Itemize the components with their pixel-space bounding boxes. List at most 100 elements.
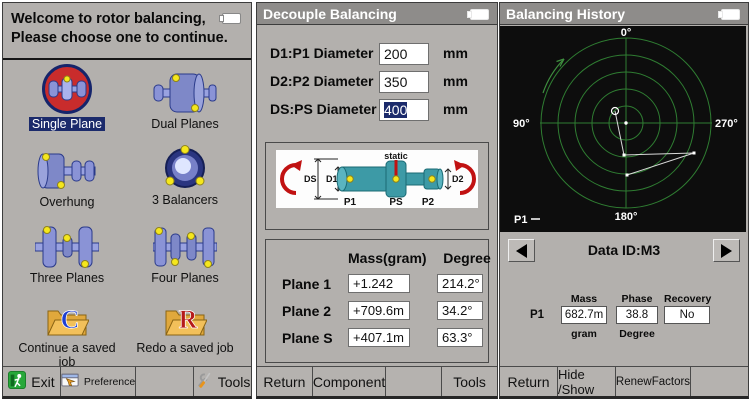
- polar-label-0: 0°: [621, 27, 632, 39]
- field-label: D2:P2 Diameter: [270, 73, 374, 89]
- ds-dim-label: DS: [304, 174, 317, 184]
- mode-label: Four Planes: [148, 271, 221, 285]
- history-mass-value: 682.7m: [561, 306, 607, 324]
- four-planes-icon: [129, 225, 241, 269]
- redo-job-folder-icon: R: [129, 299, 241, 339]
- plot-center-dot: [624, 121, 627, 124]
- return-button[interactable]: Return: [257, 367, 313, 396]
- tools-button[interactable]: Tools: [194, 367, 251, 396]
- mode-dual-planes[interactable]: Dual Planes: [129, 71, 241, 133]
- screen-title: Decouple Balancing: [263, 6, 397, 22]
- mass-column-header: Mass(gram): [348, 250, 424, 266]
- field-row-d2p2: D2:P2 Diameter 350 mm: [257, 71, 497, 95]
- mode-four-planes[interactable]: Four Planes: [129, 225, 241, 287]
- mode-3-balancers[interactable]: 3 Balancers: [129, 145, 241, 209]
- phase-header: Phase: [616, 293, 658, 305]
- field-row-dsps: DS:PS Diameter 400 mm: [257, 99, 497, 123]
- mode-label: Continue a saved job: [11, 341, 123, 369]
- mode-continue-saved-job[interactable]: C Continue a saved job: [11, 299, 123, 371]
- middle-toolbar: Return Component Tools: [257, 366, 497, 396]
- d2p2-diameter-input[interactable]: 350: [379, 71, 429, 93]
- exit-label: Exit: [31, 374, 54, 390]
- degree-column-header: Degree: [437, 250, 497, 266]
- welcome-line-2: Please choose one to continue.: [11, 29, 228, 48]
- return-label: Return: [263, 374, 305, 390]
- hide-show-button[interactable]: Hide /Show: [558, 367, 616, 396]
- history-row-label: P1: [530, 309, 544, 321]
- left-toolbar: Exit Preference Tools: [3, 366, 251, 396]
- left-rotation-arrow: [282, 165, 296, 193]
- mode-label: Three Planes: [27, 271, 107, 285]
- tools-button[interactable]: Tools: [442, 367, 497, 396]
- decouple-titlebar: Decouple Balancing: [257, 3, 497, 25]
- component-button[interactable]: Component: [313, 367, 386, 396]
- screen-title: Balancing History: [506, 6, 625, 22]
- toolbar-spacer: [691, 367, 748, 396]
- dual-planes-icon: [129, 71, 241, 115]
- toolbar-spacer: [386, 367, 442, 396]
- ps-plane-label: PS: [389, 197, 403, 208]
- next-record-button[interactable]: [713, 239, 740, 262]
- mode-label: Dual Planes: [148, 117, 221, 131]
- field-value: 350: [384, 74, 407, 90]
- d2-dim-label: D2: [452, 174, 464, 184]
- record-navigation: Data ID:M3: [500, 239, 748, 263]
- rotor-diagram: DS D1 static D2: [276, 150, 478, 208]
- mode-label: Single Plane: [29, 117, 105, 131]
- field-unit: mm: [443, 45, 468, 61]
- planeS-mass-value: +407.1m: [348, 328, 410, 347]
- plane2-mass-value: +709.6m: [348, 301, 410, 320]
- polar-label-270: 270°: [715, 118, 738, 130]
- renew-factors-button[interactable]: RenewFactors: [616, 367, 691, 396]
- preference-button[interactable]: Preference: [61, 367, 136, 396]
- plane1-degree-value: 214.2°: [437, 274, 483, 293]
- single-plane-icon: [11, 63, 123, 115]
- hide-show-label: Hide /Show: [558, 367, 615, 397]
- continue-job-folder-icon: C: [11, 299, 123, 339]
- tools-icon: [195, 371, 213, 392]
- mode-redo-saved-job[interactable]: R Redo a saved job: [129, 299, 241, 357]
- mode-overhung[interactable]: Overhung: [11, 149, 123, 211]
- row-name: Plane 2: [282, 303, 331, 319]
- balancing-history-screen: Balancing History 0° 90° 270° 180° P1 Da…: [499, 2, 749, 399]
- exit-button[interactable]: Exit: [3, 367, 61, 396]
- static-label: static: [384, 151, 408, 161]
- svg-text:C: C: [61, 305, 80, 334]
- p2-plane-label: P2: [422, 197, 435, 208]
- return-button[interactable]: Return: [500, 367, 558, 396]
- history-phase-value: 38.8: [616, 306, 658, 324]
- polar-label-180: 180°: [615, 211, 638, 223]
- toolbar-spacer: [136, 367, 194, 396]
- plane2-degree-value: 34.2°: [437, 301, 483, 320]
- overhung-icon: [11, 149, 123, 193]
- field-row-d1p1: D1:P1 Diameter 200 mm: [257, 43, 497, 67]
- battery-icon: [470, 9, 489, 20]
- renew-factors-label: RenewFactors: [616, 376, 690, 388]
- prev-record-button[interactable]: [508, 239, 535, 262]
- table-row-plane2: Plane 2 +709.6m 34.2°: [266, 301, 488, 321]
- mode-label: Overhung: [37, 195, 98, 209]
- mass-unit-label: gram: [561, 328, 607, 340]
- welcome-text: Welcome to rotor balancing, Please choos…: [11, 10, 228, 48]
- svg-text:R: R: [179, 305, 198, 334]
- tools-label: Tools: [218, 374, 251, 390]
- d1p1-diameter-input[interactable]: 200: [379, 43, 429, 65]
- field-label: D1:P1 Diameter: [270, 45, 374, 61]
- three-planes-icon: [11, 225, 123, 269]
- d1-dim-label: D1: [326, 174, 338, 184]
- result-table: Mass(gram) Degree Plane 1 +1.242 214.2° …: [265, 239, 489, 363]
- decouple-balancing-screen: Decouple Balancing D1:P1 Diameter 200 mm…: [256, 2, 498, 399]
- plane1-mass-value: +1.242: [348, 274, 410, 293]
- mode-three-planes[interactable]: Three Planes: [11, 225, 123, 287]
- return-label: Return: [507, 374, 549, 390]
- field-unit: mm: [443, 101, 468, 117]
- dsps-diameter-input[interactable]: 400: [379, 99, 429, 121]
- polar-plot: 0° 90° 270° 180° P1: [500, 26, 746, 232]
- mode-single-plane[interactable]: Single Plane: [11, 63, 123, 133]
- left-arrow-icon: [516, 244, 527, 258]
- rotor-diagram-box: DS D1 static D2: [265, 142, 489, 230]
- table-row-planeS: Plane S +407.1m 63.3°: [266, 328, 488, 348]
- phase-unit-label: Degree: [616, 328, 658, 340]
- battery-icon: [222, 13, 241, 24]
- history-titlebar: Balancing History: [500, 3, 748, 25]
